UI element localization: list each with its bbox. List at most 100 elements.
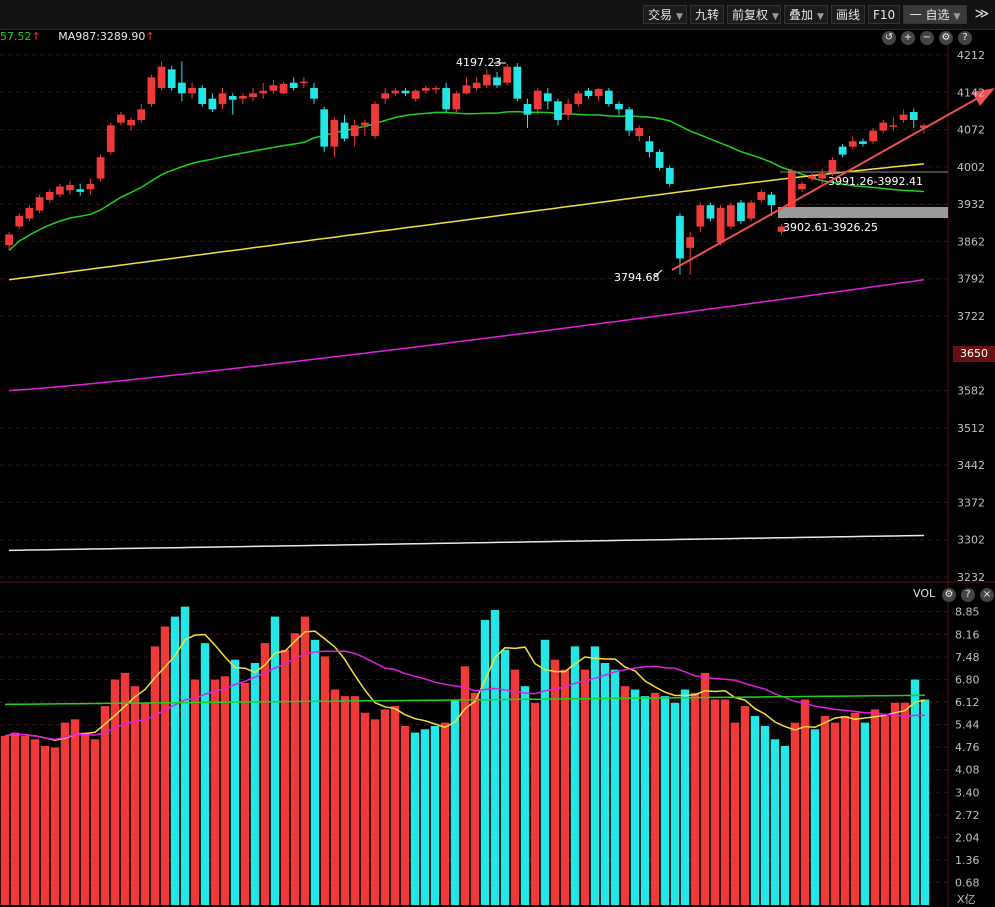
volume-bar	[270, 616, 280, 905]
candle-body	[208, 98, 217, 110]
volume-bar	[420, 729, 430, 905]
nine-turn-button[interactable]: 九转	[690, 5, 724, 24]
candle-body	[859, 141, 867, 144]
overlay-button[interactable]: 叠加 ▼	[784, 5, 828, 24]
volume-bar	[330, 689, 340, 905]
volume-tick-label: 0.68	[955, 876, 980, 889]
volume-bar	[890, 702, 900, 905]
candle-body	[432, 88, 440, 90]
candle-body	[350, 125, 359, 136]
candle-body	[96, 157, 105, 179]
candle-body	[513, 66, 522, 99]
volume-tick-label: 5.44	[955, 719, 980, 732]
volume-bar	[630, 689, 640, 905]
volume-bar	[760, 725, 770, 905]
watchlist-button[interactable]: 一 自选 ▼	[903, 5, 967, 24]
candle-body	[594, 89, 603, 97]
candle-body	[86, 183, 95, 190]
candle-body	[818, 173, 827, 179]
kline-chart[interactable]: 4197.233794.683991.26-3992.413902.61-392…	[0, 0, 995, 907]
volume-bar	[20, 735, 30, 905]
volume-bar	[920, 699, 930, 905]
volume-close-icon[interactable]: ×	[980, 588, 994, 602]
candle-body	[330, 119, 339, 147]
price-tick-label: 3512	[957, 422, 985, 435]
candle-body	[259, 90, 268, 94]
settings-icon[interactable]: ⚙	[939, 31, 953, 45]
candle-body	[269, 85, 278, 91]
volume-bar	[470, 692, 480, 905]
volume-bar	[410, 732, 420, 905]
candle-body	[320, 109, 329, 147]
volume-bar	[240, 682, 250, 905]
candle-body	[228, 96, 237, 100]
trade-button[interactable]: 交易 ▼	[643, 5, 687, 24]
candle-body	[167, 69, 176, 89]
candle-body	[747, 202, 755, 219]
volume-bar	[160, 626, 170, 905]
volume-bar	[680, 689, 690, 905]
price-tick-label: 3792	[957, 273, 985, 286]
volume-tick-label: 3.40	[955, 786, 980, 799]
price-annotations: 4197.233794.683991.26-3992.413902.61-392…	[456, 56, 995, 284]
price-tick-label: 3302	[957, 534, 985, 547]
forward-adjust-button[interactable]: 前复权 ▼	[727, 5, 781, 24]
volume-settings-icon[interactable]: ⚙	[942, 588, 956, 602]
candle-body	[421, 88, 430, 91]
ma-partial-value: 57.52↑	[0, 30, 41, 43]
candle-body	[289, 82, 298, 89]
volume-bar	[250, 662, 260, 905]
volume-bar	[830, 722, 840, 905]
volume-bar	[610, 669, 620, 905]
candle-body	[889, 125, 898, 127]
candle-body	[899, 114, 908, 120]
volume-tick-label: 4.08	[955, 764, 980, 777]
candle-body	[533, 90, 542, 110]
volume-bar	[860, 722, 870, 905]
volume-bar	[450, 699, 460, 905]
refresh-icon[interactable]: ↺	[882, 31, 896, 45]
volume-bar	[400, 725, 410, 905]
low-price-label: 3794.68	[614, 271, 660, 284]
candle-body	[35, 197, 44, 211]
zoom-in-icon[interactable]: +	[901, 31, 915, 45]
candle-body	[655, 151, 664, 168]
volume-bar	[310, 639, 320, 905]
volume-bar	[210, 679, 220, 905]
volume-bar	[850, 712, 860, 905]
trend-line	[671, 97, 979, 271]
volume-help-icon[interactable]: ?	[961, 588, 975, 602]
moving-average-lines	[8, 110, 925, 552]
volume-bar	[390, 706, 400, 905]
candle-body	[798, 183, 806, 190]
draw-line-button[interactable]: 画线	[831, 5, 865, 24]
ma987-value: MA987:3289.90↑	[58, 30, 155, 43]
price-tick-label: 3862	[957, 235, 985, 248]
volume-bar	[280, 649, 290, 905]
candle-body	[442, 88, 451, 110]
help-icon[interactable]: ?	[958, 31, 972, 45]
ma987-white-line	[9, 534, 924, 552]
f10-button[interactable]: F10	[868, 5, 900, 24]
volume-bar	[670, 702, 680, 905]
volume-bar	[900, 702, 910, 905]
volume-bar	[720, 699, 730, 905]
volume-bar	[40, 745, 50, 905]
volume-tick-label: 8.16	[955, 628, 980, 641]
volume-bar	[340, 696, 350, 905]
candle-body	[645, 141, 654, 152]
current-price-tag: 3650	[953, 346, 995, 362]
more-icon[interactable]: ≫	[973, 5, 991, 24]
volume-tick-label: 7.48	[955, 651, 980, 664]
volume-bar	[710, 699, 720, 905]
volume-unit-label: X亿	[957, 893, 976, 906]
price-tick-label: 3932	[957, 198, 985, 211]
volume-bars	[0, 606, 930, 905]
candle-body	[696, 205, 705, 227]
candle-body	[838, 146, 847, 155]
zoom-out-icon[interactable]: −	[920, 31, 934, 45]
candle-body	[127, 119, 135, 126]
candle-body	[360, 122, 369, 126]
volume-bar	[290, 633, 300, 905]
price-tick-label: 4002	[957, 161, 985, 174]
